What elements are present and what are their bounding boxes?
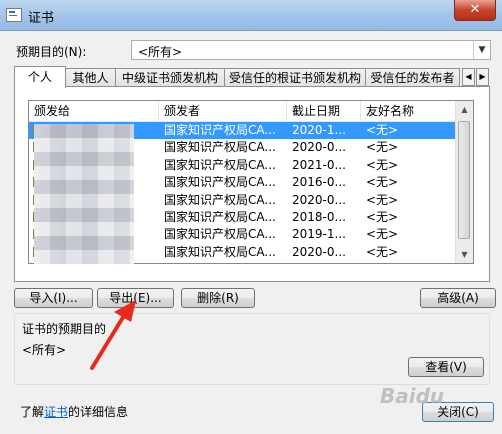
annotation-arrow-shaft: [90, 312, 127, 370]
annotation-arrow-head: [114, 300, 136, 322]
annotation-arrow: [90, 300, 136, 370]
certificate-dialog: 证书 ✕ 预期目的(N): <所有> ▼ 个人 其他人 中级证书颁发机构 受信任…: [0, 0, 502, 434]
